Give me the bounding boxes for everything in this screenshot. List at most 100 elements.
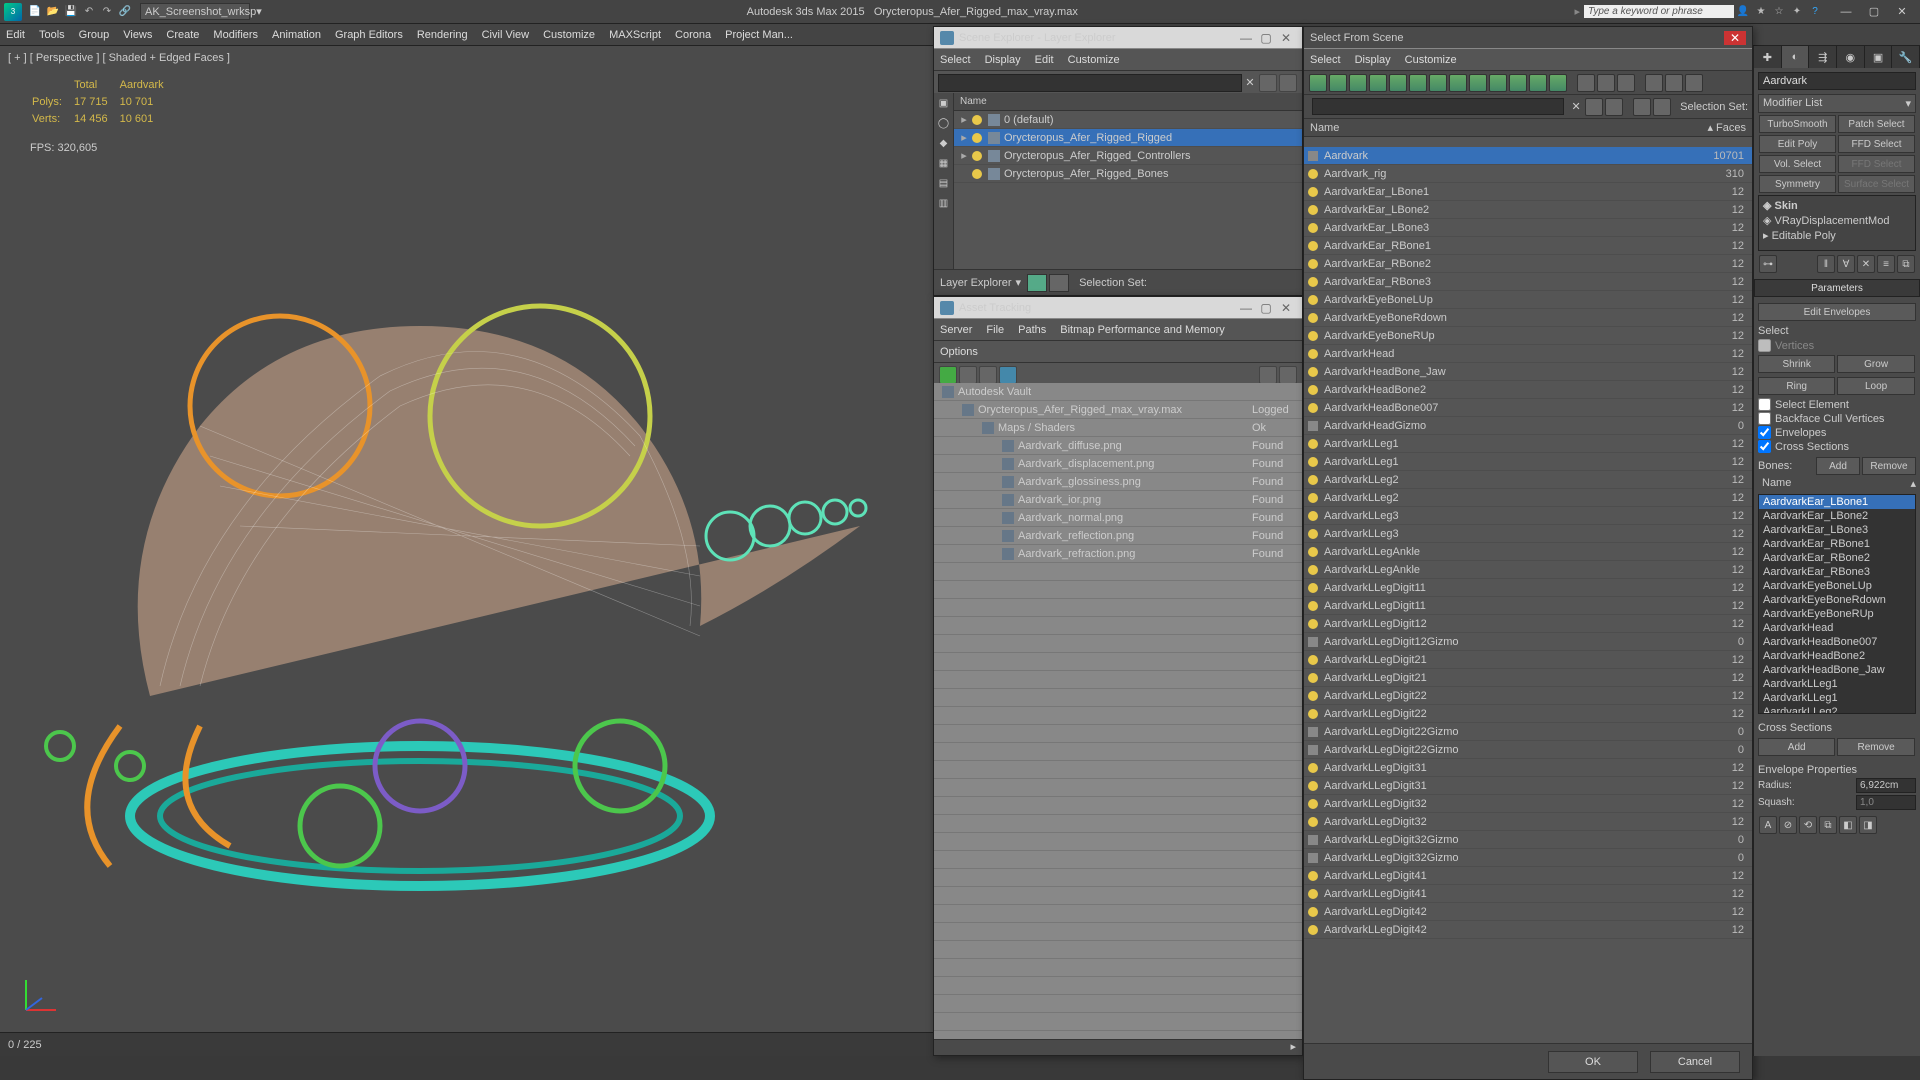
redo-icon[interactable]: ↷ — [99, 4, 115, 20]
scene-item[interactable]: AardvarkHeadBone212 — [1304, 381, 1752, 399]
toolbar-icon[interactable] — [1279, 366, 1297, 384]
sidebar-icon[interactable]: ▣ — [934, 93, 953, 113]
bone-item[interactable]: AardvarkEyeBoneRUp — [1759, 607, 1915, 621]
bone-item[interactable]: AardvarkEar_RBone3 — [1759, 565, 1915, 579]
loop-button[interactable]: Loop — [1837, 377, 1914, 395]
close-button[interactable]: ✕ — [1276, 301, 1296, 315]
bone-item[interactable]: AardvarkEar_LBone1 — [1759, 495, 1915, 509]
scene-item[interactable]: AardvarkLLegDigit3112 — [1304, 777, 1752, 795]
toolbar-icon[interactable] — [1605, 98, 1623, 116]
scene-item[interactable]: AardvarkLLeg112 — [1304, 453, 1752, 471]
ring-button[interactable]: Ring — [1758, 377, 1835, 395]
filter-icon[interactable] — [1509, 74, 1527, 92]
scene-item[interactable]: Aardvark10701 — [1304, 147, 1752, 165]
sfs-header[interactable]: Name▴ Faces — [1304, 119, 1752, 137]
stack-icon[interactable]: ∀ — [1837, 255, 1855, 273]
bone-item[interactable]: AardvarkEar_LBone2 — [1759, 509, 1915, 523]
sfs-menu-item[interactable]: Customize — [1405, 54, 1457, 66]
scene-item[interactable]: AardvarkLLegAnkle12 — [1304, 543, 1752, 561]
stack-item[interactable]: ◈ Skin — [1761, 198, 1913, 213]
modifier-button[interactable]: Surface Select — [1838, 175, 1915, 193]
scene-item[interactable]: AardvarkEar_RBone212 — [1304, 255, 1752, 273]
bone-item[interactable]: AardvarkEar_RBone2 — [1759, 551, 1915, 565]
toolbar-icon[interactable] — [979, 366, 997, 384]
modifier-list-dropdown[interactable]: Modifier List▾ — [1758, 94, 1916, 113]
layer-item[interactable]: ▸0 (default) — [954, 111, 1302, 129]
at-menu-item[interactable]: File — [986, 324, 1004, 336]
scene-item[interactable]: AardvarkLLegDigit3212 — [1304, 795, 1752, 813]
at-menu-item[interactable]: Server — [940, 324, 972, 336]
scene-item[interactable]: AardvarkLLegDigit4112 — [1304, 867, 1752, 885]
modifier-button[interactable]: TurboSmooth — [1759, 115, 1836, 133]
stack-icon[interactable]: ✕ — [1857, 255, 1875, 273]
menu-views[interactable]: Views — [123, 29, 152, 41]
stack-icon[interactable]: ⧉ — [1897, 255, 1915, 273]
toolbar-icon[interactable] — [1577, 74, 1595, 92]
sidebar-icon[interactable]: ◆ — [934, 133, 953, 153]
filter-icon[interactable] — [1529, 74, 1547, 92]
sfs-menu-item[interactable]: Select — [1310, 54, 1341, 66]
bone-item[interactable]: AardvarkHeadBone_Jaw — [1759, 663, 1915, 677]
layer-item[interactable]: Orycteropus_Afer_Rigged_Bones — [954, 165, 1302, 183]
toolbar-icon[interactable] — [1617, 74, 1635, 92]
scene-item[interactable]: AardvarkEar_LBone212 — [1304, 201, 1752, 219]
grow-button[interactable]: Grow — [1837, 355, 1914, 373]
scene-item[interactable]: AardvarkHeadGizmo0 — [1304, 417, 1752, 435]
stack-icon[interactable]: ≡ — [1877, 255, 1895, 273]
add-cs-button[interactable]: Add — [1758, 738, 1835, 756]
env-tool-icon[interactable]: ◧ — [1839, 816, 1857, 834]
bone-item[interactable]: AardvarkLLeg1 — [1759, 677, 1915, 691]
filter-icon[interactable] — [1389, 74, 1407, 92]
sfs-menu-item[interactable]: Display — [1355, 54, 1391, 66]
display-tab-icon[interactable]: ▣ — [1865, 46, 1893, 68]
asset-row[interactable]: Aardvark_refraction.pngFound — [934, 545, 1302, 563]
filter-icon[interactable] — [1349, 74, 1367, 92]
modifier-button[interactable]: Vol. Select — [1759, 155, 1836, 173]
timeline[interactable]: 0 / 225 — [0, 1032, 933, 1056]
menu-graph-editors[interactable]: Graph Editors — [335, 29, 403, 41]
scene-item[interactable]: AardvarkLLegDigit12Gizmo0 — [1304, 633, 1752, 651]
modifier-button[interactable]: FFD Select — [1838, 155, 1915, 173]
asset-row[interactable]: Aardvark_ior.pngFound — [934, 491, 1302, 509]
toolbar-icon[interactable] — [1685, 74, 1703, 92]
scene-item[interactable]: AardvarkLLegDigit2112 — [1304, 651, 1752, 669]
edit-envelopes-button[interactable]: Edit Envelopes — [1758, 303, 1916, 321]
bone-item[interactable]: AardvarkLLeg2 — [1759, 705, 1915, 714]
toolbar-icon[interactable] — [1597, 74, 1615, 92]
scene-item[interactable]: AardvarkEar_RBone112 — [1304, 237, 1752, 255]
squash-field[interactable]: 1,0 — [1856, 795, 1916, 810]
scene-item[interactable]: AardvarkLLeg212 — [1304, 489, 1752, 507]
menu-civil-view[interactable]: Civil View — [482, 29, 529, 41]
env-tool-icon[interactable]: ⊘ — [1779, 816, 1797, 834]
le-menu-item[interactable]: Edit — [1035, 54, 1054, 66]
radius-field[interactable]: 6,922cm — [1856, 778, 1916, 793]
scene-item[interactable]: AardvarkLLegDigit1112 — [1304, 579, 1752, 597]
menu-customize[interactable]: Customize — [543, 29, 595, 41]
search-input[interactable]: Type a keyword or phrase — [1584, 5, 1734, 18]
toolbar-icon[interactable] — [1259, 366, 1277, 384]
asset-row[interactable]: Aardvark_diffuse.pngFound — [934, 437, 1302, 455]
scene-item[interactable]: AardvarkLLegDigit1112 — [1304, 597, 1752, 615]
bone-item[interactable]: AardvarkHeadBone007 — [1759, 635, 1915, 649]
bone-item[interactable]: AardvarkLLeg1 — [1759, 691, 1915, 705]
remove-bone-button[interactable]: Remove — [1862, 457, 1916, 475]
scene-item[interactable]: AardvarkLLeg312 — [1304, 507, 1752, 525]
rollout-parameters[interactable]: Parameters — [1754, 279, 1920, 297]
chevron-right-icon[interactable]: ▸ — [1574, 5, 1580, 18]
scene-item[interactable]: AardvarkHeadBone00712 — [1304, 399, 1752, 417]
hierarchy-tab-icon[interactable]: ⇶ — [1809, 46, 1837, 68]
close-button[interactable]: ✕ — [1888, 3, 1916, 21]
bone-item[interactable]: AardvarkHead — [1759, 621, 1915, 635]
bone-item[interactable]: AardvarkHeadBone2 — [1759, 649, 1915, 663]
clear-icon[interactable]: ✕ — [1242, 76, 1258, 89]
workspace-dropdown[interactable]: AK_Screenshot_wrksp▾ — [140, 3, 250, 20]
filter-icon[interactable] — [1549, 74, 1567, 92]
toolbar-icon[interactable] — [1653, 98, 1671, 116]
modifier-button[interactable]: Symmetry — [1759, 175, 1836, 193]
minimize-button[interactable]: — — [1236, 31, 1256, 45]
shrink-button[interactable]: Shrink — [1758, 355, 1835, 373]
modify-tab-icon[interactable]: ◐ — [1782, 46, 1810, 68]
clear-icon[interactable]: ✕ — [1568, 100, 1584, 113]
menu-tools[interactable]: Tools — [39, 29, 65, 41]
env-tool-icon[interactable]: A — [1759, 816, 1777, 834]
